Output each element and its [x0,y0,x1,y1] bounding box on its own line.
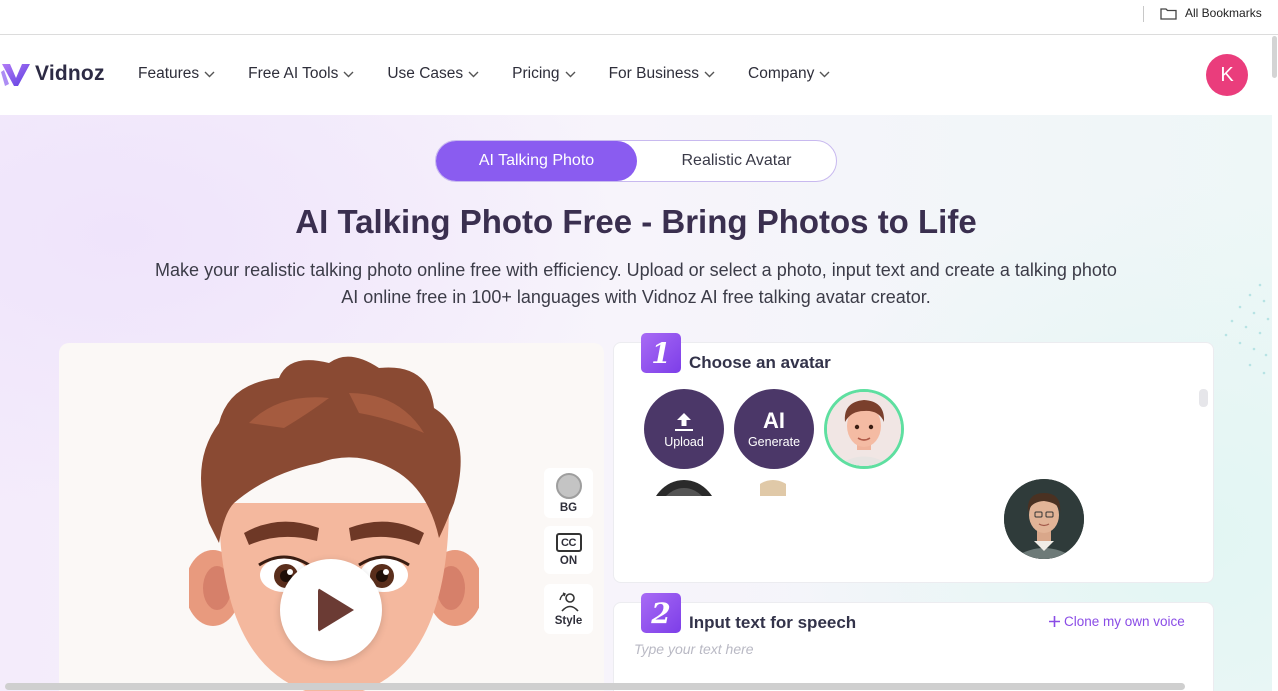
play-icon [317,588,354,632]
style-option-label: Style [554,614,583,627]
subtitle-line-2: AI online free in 100+ languages with Vi… [341,287,931,307]
nav-item-label: Features [138,65,200,82]
ai-icon: AI [763,407,785,433]
folder-icon [1160,7,1177,20]
avatar-option-image [760,480,786,496]
style-option-button[interactable]: Style [544,584,593,634]
nav-item-for-business[interactable]: For Business [609,65,715,83]
avatar-option[interactable] [1004,479,1084,559]
bookmarks-bar: All Bookmarks [0,0,1278,35]
background-option-label: BG [559,501,578,514]
background-swatch-icon [555,472,582,499]
all-bookmarks-button[interactable]: All Bookmarks [1160,6,1262,20]
chevron-down-icon [819,71,830,77]
avatar-list-scrollbar[interactable] [1199,389,1208,407]
avatar-option[interactable] [649,480,719,496]
chevron-down-icon [468,71,479,77]
vidnoz-logo[interactable]: Vidnoz [0,58,105,90]
brand-name: Vidnoz [35,62,105,85]
avatar-preview [59,343,604,691]
nav-item-label: For Business [608,65,700,82]
chevron-down-icon [343,71,354,77]
nav-item-label: Company [748,65,815,82]
nav-item-label: Pricing [512,65,560,82]
bookmarks-separator [1143,6,1144,22]
avatar-woman-photo [1004,479,1084,559]
page-scrollbar[interactable] [1272,36,1277,78]
nav-item-features[interactable]: Features [138,65,215,83]
nav-item-pricing[interactable]: Pricing [512,65,576,83]
chevron-down-icon [204,71,215,77]
subtitle-line-1: Make your realistic talking photo online… [155,260,1117,280]
mode-toggle: AI Talking Photo Realistic Avatar [435,140,837,182]
avatar-option[interactable] [760,480,786,496]
avatar-option-image [656,480,712,496]
avatar-cartoon-man-image [827,392,901,466]
generate-label: Generate [747,434,801,449]
input-text-title: Input text for speech [689,613,857,632]
speech-text-input[interactable]: Type your text here [634,641,754,657]
chevron-down-icon [565,71,576,77]
user-initial: K [1220,63,1234,86]
play-button[interactable] [280,559,382,661]
chevron-down-icon [704,71,715,77]
nav-item-label: Use Cases [387,65,464,82]
tab-realistic-avatar[interactable]: Realistic Avatar [637,141,836,181]
generate-avatar-button[interactable]: AI Generate [734,389,814,469]
person-refresh-icon [558,591,579,612]
upload-icon [675,412,693,431]
page-subtitle: Make your realistic talking photo online… [86,257,1186,311]
closed-captions-icon: CC [555,533,582,552]
vidnoz-logo-icon [1,64,30,86]
user-avatar[interactable]: K [1206,54,1248,96]
top-navigation: Vidnoz Features Free AI Tools Use Cases … [0,35,1270,115]
nav-item-label: Free AI Tools [248,65,339,82]
nav-menu: Features Free AI Tools Use Cases Pricing… [138,65,830,83]
avatar-option-selected[interactable] [824,389,904,469]
page-title: AI Talking Photo Free - Bring Photos to … [295,203,977,240]
clone-voice-link[interactable]: Clone my own voice [1049,614,1185,629]
background-option-button[interactable]: BG [544,468,593,518]
nav-item-free-ai-tools[interactable]: Free AI Tools [248,65,354,83]
captions-toggle-button[interactable]: CC ON [544,526,593,574]
nav-item-company[interactable]: Company [748,65,830,83]
all-bookmarks-label: All Bookmarks [1185,6,1262,20]
nav-item-use-cases[interactable]: Use Cases [387,65,479,83]
horizontal-scrollbar[interactable] [5,683,1185,690]
tab-ai-talking-photo[interactable]: AI Talking Photo [436,141,637,181]
captions-status-label: ON [559,555,578,567]
step-1-badge: 1 [641,333,681,373]
plus-icon [1049,616,1060,627]
clone-voice-label: Clone my own voice [1064,614,1185,629]
upload-avatar-button[interactable]: Upload [644,389,724,469]
step-2-badge: 2 [641,593,681,633]
choose-avatar-title: Choose an avatar [689,353,831,372]
upload-label: Upload [664,434,704,449]
